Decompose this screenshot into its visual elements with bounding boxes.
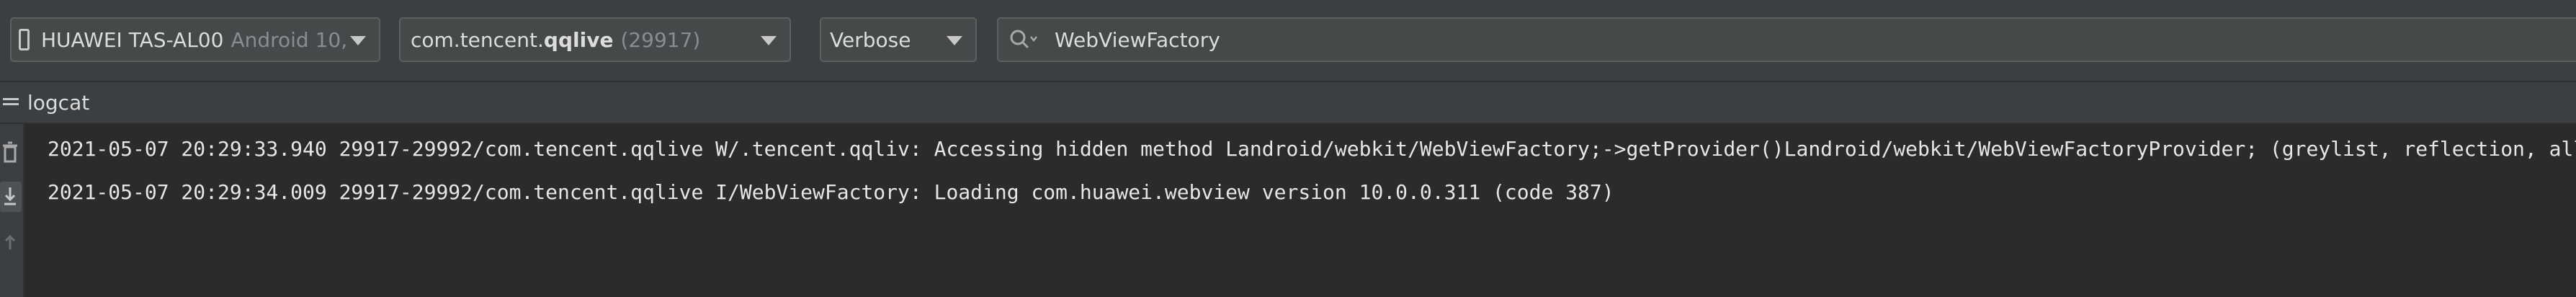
- phone-icon: [19, 29, 30, 50]
- process-package-name: qqlive: [543, 27, 614, 52]
- process-pid: (29917): [620, 27, 701, 52]
- logcat-icon: [3, 98, 19, 111]
- device-selector[interactable]: HUAWEI TAS-AL00 Android 10,: [10, 17, 380, 62]
- log-level-selector[interactable]: Verbose: [820, 17, 977, 62]
- trash-icon[interactable]: [0, 138, 22, 169]
- log-level-value: Verbose: [830, 27, 911, 52]
- process-package-prefix: com.tencent.: [411, 27, 544, 52]
- chevron-down-icon: [761, 36, 777, 45]
- search-field[interactable]: WebViewFactory: [997, 17, 2576, 62]
- device-name: HUAWEI TAS-AL00: [41, 27, 224, 52]
- device-os: Android 10,: [231, 27, 348, 52]
- process-selector[interactable]: com.tencent. qqlive (29917): [399, 17, 791, 62]
- chevron-down-icon: [947, 36, 962, 45]
- tab-logcat[interactable]: logcat: [27, 91, 89, 115]
- scroll-to-end-icon[interactable]: [0, 182, 22, 212]
- up-arrow-icon[interactable]: [0, 228, 22, 258]
- logcat-toolbar: HUAWEI TAS-AL00 Android 10, com.tencent.…: [0, 0, 2576, 81]
- log-output[interactable]: 2021-05-07 20:29:33.940 29917-29992/com.…: [24, 124, 2576, 297]
- log-line: 2021-05-07 20:29:33.940 29917-29992/com.…: [48, 137, 2576, 161]
- search-icon: [1007, 27, 1039, 52]
- search-input[interactable]: WebViewFactory: [1055, 28, 1220, 52]
- logcat-sidebar: [0, 124, 24, 297]
- tab-bar: logcat: [0, 81, 2576, 124]
- chevron-down-icon: [350, 36, 366, 45]
- log-line: 2021-05-07 20:29:34.009 29917-29992/com.…: [48, 180, 1614, 204]
